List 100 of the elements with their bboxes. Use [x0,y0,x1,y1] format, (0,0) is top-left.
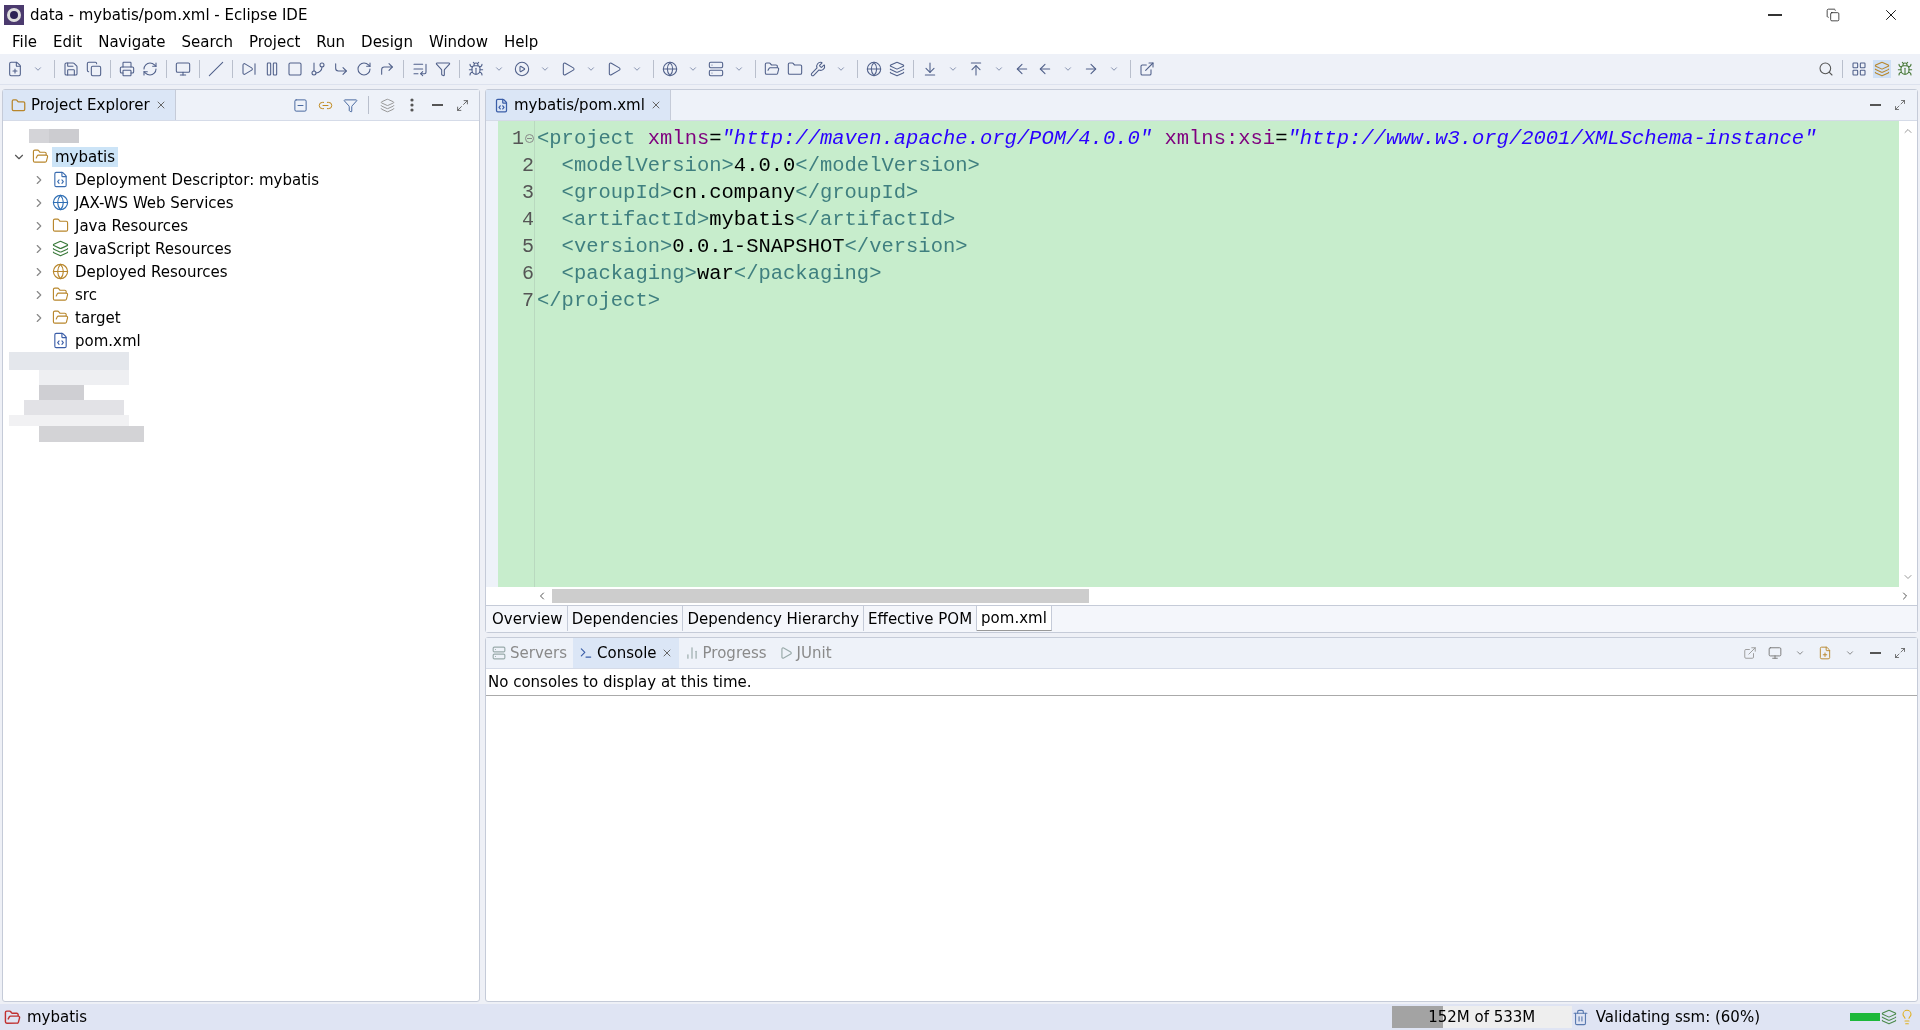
menu-item[interactable]: Project [241,33,309,51]
wrench-button[interactable] [809,60,827,78]
folder-button[interactable] [763,60,781,78]
search-button[interactable] [1817,60,1835,78]
bug-icon [468,61,484,77]
editor-tab[interactable]: mybatis/pom.xml [486,90,671,120]
package-folder-icon [52,217,69,234]
display-console-icon [1768,646,1782,660]
project-explorer-tab[interactable]: Project Explorer [3,90,176,120]
wrench-icon [810,61,826,77]
resume-icon [241,61,257,77]
caret-icon [836,64,846,74]
monitor-icon [175,61,191,77]
menu-item[interactable]: Help [496,33,547,51]
globe-icon [866,61,882,77]
caret-icon [1109,64,1119,74]
menu-item[interactable]: Edit [45,33,91,51]
open-icon [1139,61,1155,77]
step-into-button[interactable] [332,60,350,78]
status-project: mybatis [27,1008,88,1026]
menu-item[interactable]: File [4,33,46,51]
monitor-button[interactable] [174,60,192,78]
tree-item[interactable]: Java Resources [72,215,192,236]
tree-item[interactable]: pom.xml [72,330,144,351]
filter-button[interactable] [341,96,359,114]
editor-page-tab[interactable]: Dependencies [567,606,684,631]
editor-page-tab[interactable]: Dependency Hierarchy [683,606,865,631]
tree-item[interactable]: Deployed Resources [72,261,231,282]
minimize-icon [1768,14,1782,16]
editor-page-tab[interactable]: pom.xml [977,606,1052,631]
tree-item[interactable]: JAX-WS Web Services [72,192,237,213]
menu-item[interactable]: Window [420,33,497,51]
caret-icon [948,64,958,74]
xml-file-icon [494,97,509,113]
view-tab[interactable]: Console [573,638,679,668]
globe-button[interactable] [865,60,883,78]
code-line: <project xmlns="http://maven.apache.org/POM/4.0.0" xmlns:xsi="http://www.w3.org/2001/XMLSchema-instance" [537,126,1818,152]
line-number: 6 [522,262,534,285]
stop-icon [287,61,303,77]
run-button[interactable] [513,60,531,78]
filter-icon [342,97,358,113]
task-progress-bar [1850,1013,1880,1021]
stop-button[interactable] [286,60,304,78]
tree-item[interactable]: src [72,284,100,305]
code-line: <artifactId>mybatis</artifactId> [560,207,957,233]
debug-perspective-button[interactable] [1896,60,1914,78]
save-button[interactable] [62,60,80,78]
step-into-icon [333,61,349,77]
globe-button[interactable] [661,60,679,78]
file-icon [52,332,69,349]
minimize-icon [1869,652,1881,654]
menu-item[interactable]: Run [308,33,354,51]
bug-button[interactable] [467,60,485,78]
new-file-button[interactable] [6,60,24,78]
maximize-icon [455,98,469,112]
step-over-button[interactable] [355,60,373,78]
task-status: Validating ssm: (60%) [1595,1008,1760,1026]
tree-item[interactable]: target [72,307,124,328]
refresh-button[interactable] [141,60,159,78]
step-return-icon [379,61,395,77]
folder-icon [764,61,780,77]
more-icon [410,98,414,112]
editor-page-tab[interactable]: Overview [488,606,568,631]
layers-icon [889,61,905,77]
step-return-button[interactable] [378,60,396,78]
open-button[interactable] [1138,60,1156,78]
tree-item[interactable]: JavaScript Resources [72,238,235,259]
minimize-icon [1869,104,1881,106]
open-perspective-icon [1851,61,1867,77]
caret-icon [494,64,504,74]
resume-button[interactable] [240,60,258,78]
debug-perspective-icon [1897,61,1913,77]
display-console-button[interactable] [1766,644,1784,662]
line-number: 3 [522,181,534,204]
caret-icon [1795,648,1805,658]
caret-icon [1845,648,1855,658]
save-icon [63,61,79,77]
slash-button[interactable] [207,60,225,78]
open-perspective-button[interactable] [1850,60,1868,78]
collapse-all-icon [292,97,308,113]
run-icon [514,61,530,77]
fold-minus-icon[interactable] [525,134,534,143]
menu-item[interactable]: Design [353,33,421,51]
caret-icon [994,64,1004,74]
print-button[interactable] [118,60,136,78]
filter-button[interactable] [434,60,452,78]
code-line: </project> [537,288,662,314]
pause-icon [264,61,280,77]
tree-item[interactable]: mybatis [52,146,119,167]
globe-icon [662,61,678,77]
layers-button[interactable] [888,60,906,78]
save-all-button[interactable] [85,60,103,78]
server-button[interactable] [707,60,725,78]
caret-icon [734,64,744,74]
collapse-all-button[interactable] [291,96,309,114]
tree-item[interactable]: Deployment Descriptor: mybatis [72,169,323,190]
menu-item[interactable]: Search [173,33,241,51]
folder-button[interactable] [786,60,804,78]
maximize-icon [1894,647,1906,659]
menu-item[interactable]: Navigate [90,33,174,51]
